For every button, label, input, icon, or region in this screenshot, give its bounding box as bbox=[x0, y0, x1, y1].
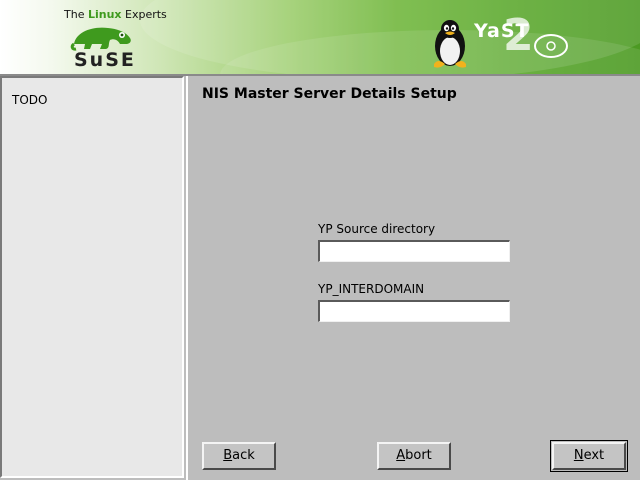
next-button-default-frame: Next bbox=[550, 440, 628, 472]
next-button[interactable]: Next bbox=[552, 442, 626, 470]
yast-window: The Linux Experts SuSE 2 YaST TODO NIS M… bbox=[0, 0, 640, 480]
tagline-suffix: Experts bbox=[121, 8, 167, 21]
next-label-rest: ext bbox=[583, 448, 605, 463]
suse-wordmark: SuSE bbox=[74, 49, 136, 71]
abort-label-rest: bort bbox=[405, 448, 432, 463]
dialog-content: NIS Master Server Details Setup YP Sourc… bbox=[186, 76, 640, 480]
back-label-rest: ack bbox=[232, 448, 255, 463]
back-button[interactable]: Back bbox=[202, 442, 276, 470]
help-panel[interactable]: TODO bbox=[0, 76, 184, 478]
abort-mnemonic: A bbox=[396, 448, 406, 463]
suse-tagline: The Linux Experts bbox=[64, 8, 167, 21]
dialog-title: NIS Master Server Details Setup bbox=[202, 86, 457, 102]
yp-source-directory-input[interactable] bbox=[318, 240, 510, 262]
tagline-prefix: The bbox=[64, 8, 88, 21]
chameleon-logo-icon bbox=[70, 27, 131, 51]
back-mnemonic: B bbox=[223, 448, 233, 463]
yast-wordmark: YaST bbox=[474, 20, 530, 42]
yp-source-directory-label: YP Source directory bbox=[318, 222, 436, 236]
yp-interdomain-input[interactable] bbox=[318, 300, 510, 322]
yp-interdomain-label: YP_INTERDOMAIN bbox=[318, 282, 425, 296]
abort-button[interactable]: Abort bbox=[377, 442, 451, 470]
tagline-highlight: Linux bbox=[87, 8, 122, 21]
tux-penguin-icon bbox=[434, 20, 466, 68]
header-banner: The Linux Experts SuSE 2 YaST bbox=[0, 0, 640, 74]
help-text: TODO bbox=[12, 93, 48, 107]
next-mnemonic: N bbox=[573, 448, 584, 463]
